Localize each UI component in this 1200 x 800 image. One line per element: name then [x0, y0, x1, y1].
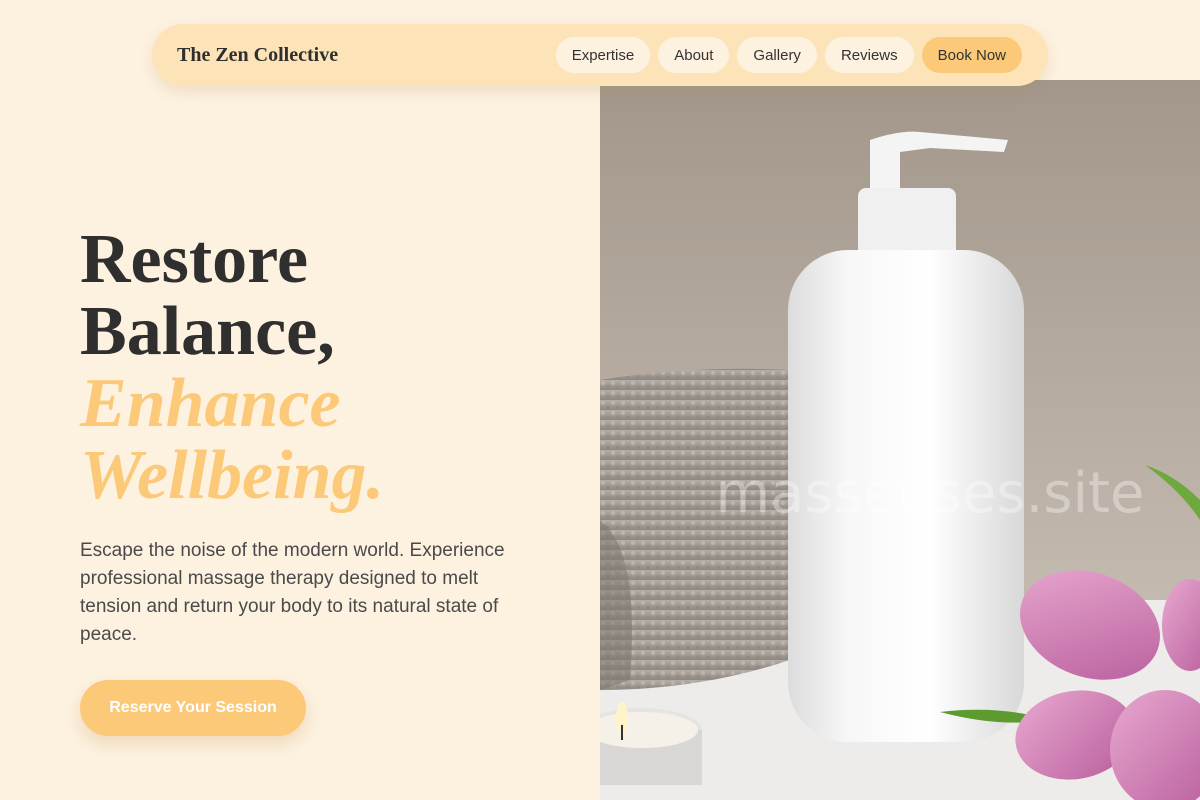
nav-links: Expertise About Gallery Reviews Book Now [555, 37, 1022, 73]
image-watermark: masseuses.site [716, 461, 1145, 526]
hero-image: masseuses.site [600, 80, 1200, 800]
brand-logo-text[interactable]: The Zen Collective [177, 44, 556, 67]
nav-link-gallery[interactable]: Gallery [737, 37, 817, 73]
hero-title-accent1: Enhance [80, 365, 341, 442]
nav-link-about[interactable]: About [658, 37, 730, 73]
reserve-session-button[interactable]: Reserve Your Session [80, 680, 306, 736]
hero-title-line1: Restore [80, 221, 309, 298]
nav-link-reviews[interactable]: Reviews [824, 37, 914, 73]
top-navigation: The Zen Collective Expertise About Galle… [152, 24, 1048, 86]
hero-title: Restore Balance, Enhance Wellbeing. [80, 224, 384, 512]
hero-title-line2: Balance, [80, 293, 335, 370]
book-now-button[interactable]: Book Now [921, 37, 1022, 73]
nav-link-expertise[interactable]: Expertise [555, 37, 651, 73]
hero-description: Escape the noise of the modern world. Ex… [80, 540, 505, 645]
hero-title-accent2: Wellbeing. [80, 437, 384, 514]
